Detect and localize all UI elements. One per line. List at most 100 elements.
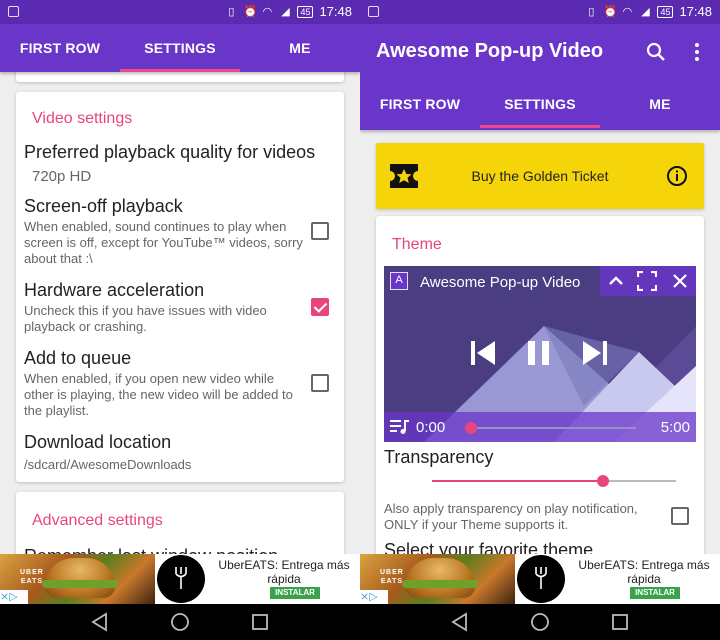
burger-lettuce <box>402 580 478 588</box>
pref-download-location[interactable]: Download location /sdcard/AwesomeDownloa… <box>24 432 336 473</box>
player-seek-track[interactable] <box>471 427 636 429</box>
tab-me[interactable]: ME <box>600 80 720 128</box>
back-icon[interactable] <box>90 612 110 632</box>
home-icon[interactable] <box>530 612 550 632</box>
pref-desc: When enabled, sound continues to play wh… <box>24 219 303 266</box>
wifi-icon: ◠ <box>622 5 633 18</box>
ad-brand-top: UBER <box>380 569 404 576</box>
burger-lettuce <box>42 580 118 588</box>
section-title: Advanced settings <box>32 512 163 529</box>
chevron-up-icon[interactable] <box>608 274 624 288</box>
transparency-fill <box>432 480 603 482</box>
screenshot: ▯ ⏰ ◠ ◢ 45 17:48 FIRST ROW SETTINGS ME V… <box>0 0 720 640</box>
pref-title: Download location <box>24 432 172 452</box>
pref-desc: Uncheck this if you have issues with vid… <box>24 303 267 334</box>
ad-brand-text: UBER EATS <box>20 568 44 586</box>
fork-icon <box>175 567 187 589</box>
search-icon[interactable] <box>646 42 666 62</box>
burger-image <box>45 558 115 598</box>
notification-transparency-checkbox[interactable] <box>671 507 689 525</box>
pref-desc: When enabled, if you open new video whil… <box>24 371 293 418</box>
app-bar: FIRST ROW SETTINGS ME <box>0 24 360 72</box>
ad-banner[interactable]: UBER EATS ⨯▷ UberEATS: Entrega más rápida… <box>0 554 360 604</box>
tab-settings[interactable]: SETTINGS <box>480 80 600 128</box>
hardware-acceleration-checkbox[interactable] <box>311 298 329 316</box>
pref-screen-off-playback[interactable]: Screen-off playback When enabled, sound … <box>24 196 304 267</box>
left-screen: ▯ ⏰ ◠ ◢ 45 17:48 FIRST ROW SETTINGS ME V… <box>0 0 360 604</box>
skip-next-icon[interactable] <box>582 339 608 367</box>
vibrate-icon: ▯ <box>588 5 595 18</box>
fork-icon <box>535 567 547 589</box>
battery-icon: 45 <box>657 5 674 18</box>
signal-icon: ◢ <box>641 5 650 18</box>
recents-icon[interactable] <box>610 612 630 632</box>
install-button[interactable]: INSTALAR <box>270 587 320 599</box>
tab-bar: FIRST ROW SETTINGS ME <box>0 24 360 72</box>
player-current-time: 0:00 <box>416 419 446 436</box>
close-icon[interactable] <box>672 273 688 289</box>
home-icon[interactable] <box>170 612 190 632</box>
player-seek-thumb[interactable] <box>465 422 477 434</box>
more-options-icon[interactable] <box>694 42 700 62</box>
pref-title: Preferred playback quality for videos <box>24 142 316 162</box>
ad-text: UberEATS: Entrega más rápida <box>578 558 710 586</box>
player-duration: 5:00 <box>660 419 690 436</box>
screen-off-checkbox[interactable] <box>311 222 329 240</box>
notification-app-icon <box>368 6 379 17</box>
notification-transparency-desc: Also apply transparency on play notifica… <box>384 501 638 532</box>
back-icon[interactable] <box>450 612 470 632</box>
wifi-icon: ◠ <box>262 5 273 18</box>
signal-icon: ◢ <box>281 5 290 18</box>
pause-icon[interactable] <box>526 339 552 367</box>
right-screen: ▯ ⏰ ◠ ◢ 45 17:48 Awesome Pop-up Video FI… <box>360 0 720 604</box>
tab-first-row[interactable]: FIRST ROW <box>0 24 120 72</box>
playlist-icon[interactable] <box>390 419 410 435</box>
adchoices-icon[interactable]: ⨯▷ <box>360 590 388 604</box>
app-bar: Awesome Pop-up Video FIRST ROW SETTINGS … <box>360 24 720 130</box>
tab-me[interactable]: ME <box>240 24 360 72</box>
theme-preview-player[interactable]: A Awesome Pop-up Video 0:00 5:00 <box>384 266 696 442</box>
golden-ticket-banner[interactable]: Buy the Golden Ticket <box>376 143 704 209</box>
section-title: Video settings <box>32 110 133 127</box>
golden-ticket-label: Buy the Golden Ticket <box>471 168 609 184</box>
recents-icon[interactable] <box>250 612 270 632</box>
info-icon[interactable] <box>666 165 688 187</box>
pref-title: Hardware acceleration <box>24 280 205 300</box>
pref-playback-quality[interactable]: Preferred playback quality for videos 72… <box>24 142 336 185</box>
add-to-queue-checkbox[interactable] <box>311 374 329 392</box>
app-title: Awesome Pop-up Video <box>376 40 604 62</box>
status-time: 17:48 <box>319 4 352 19</box>
skip-previous-icon[interactable] <box>470 339 496 367</box>
install-button[interactable]: INSTALAR <box>630 587 680 599</box>
pref-title: Add to queue <box>24 348 132 368</box>
ad-banner[interactable]: UBER EATS ⨯▷ UberEATS: Entrega más rápida… <box>360 554 720 604</box>
tab-first-row[interactable]: FIRST ROW <box>360 80 480 128</box>
player-bottom-bar: 0:00 5:00 <box>384 412 696 442</box>
burger-image <box>405 558 475 598</box>
fullscreen-icon[interactable] <box>637 271 657 291</box>
tab-settings[interactable]: SETTINGS <box>120 24 240 72</box>
system-nav-bar <box>0 604 720 640</box>
pref-title: Screen-off playback <box>24 196 183 216</box>
ad-brand-top: UBER <box>20 569 44 576</box>
status-time: 17:48 <box>679 4 712 19</box>
ad-text: UberEATS: Entrega más rápida <box>218 558 350 586</box>
battery-icon: 45 <box>297 5 314 18</box>
pref-add-to-queue[interactable]: Add to queue When enabled, if you open n… <box>24 348 304 419</box>
adchoices-icon[interactable]: ⨯▷ <box>0 590 28 604</box>
player-top-bar: A Awesome Pop-up Video <box>384 266 696 298</box>
pref-hardware-acceleration[interactable]: Hardware acceleration Uncheck this if yo… <box>24 280 304 335</box>
ad-brand-bottom: EATS <box>380 578 403 585</box>
status-bar: ▯ ⏰ ◠ ◢ 45 17:48 <box>0 0 360 24</box>
vibrate-icon: ▯ <box>228 5 235 18</box>
section-title: Theme <box>392 236 442 253</box>
alarm-icon: ⏰ <box>243 5 258 18</box>
tab-bar: FIRST ROW SETTINGS ME <box>360 80 720 128</box>
ad-brand-bottom: EATS <box>20 578 43 585</box>
player-title: Awesome Pop-up Video <box>420 274 581 291</box>
alarm-icon: ⏰ <box>603 5 618 18</box>
transparency-thumb[interactable] <box>596 475 609 487</box>
notification-app-icon <box>8 6 19 17</box>
ad-brand-text: UBER EATS <box>380 568 404 586</box>
pref-value: 720p HD <box>32 168 92 185</box>
